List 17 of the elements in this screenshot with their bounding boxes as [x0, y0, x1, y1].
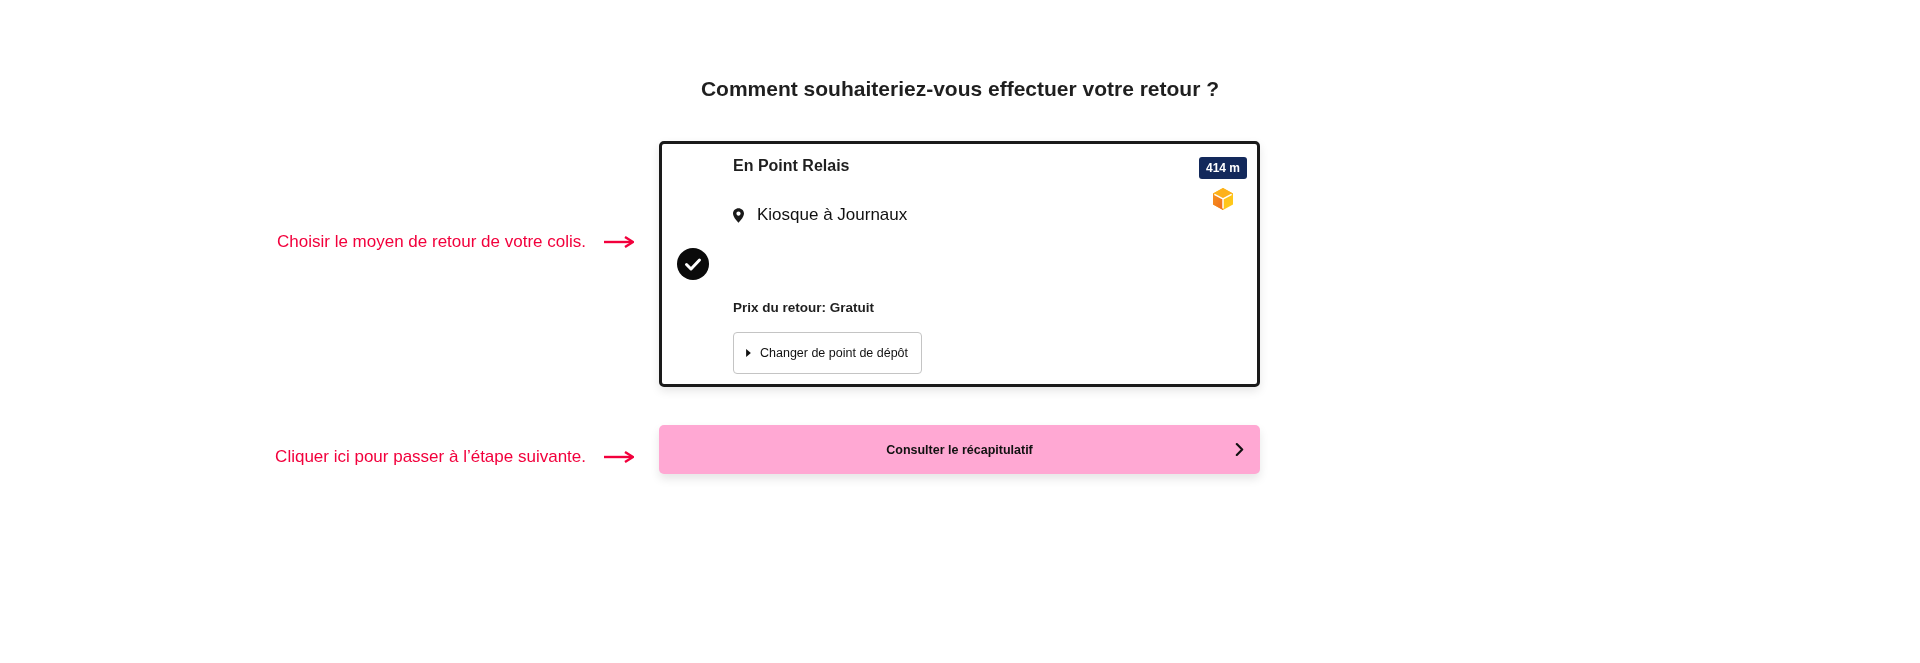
annotation-text: Choisir le moyen de retour de votre colis.	[277, 232, 586, 252]
price-text: Prix du retour: Gratuit	[733, 299, 874, 317]
annotation-text: Cliquer ici pour passer à l’étape suivante.	[275, 447, 586, 467]
distance-badge: 414 m	[1199, 157, 1247, 179]
package-box-icon	[1213, 188, 1233, 210]
next-button[interactable]: Consulter le récapitulatif	[659, 425, 1260, 474]
caret-icon	[746, 349, 751, 357]
change-button[interactable]: Changer de point de dépôt	[733, 332, 923, 374]
arrow-icon	[604, 236, 634, 248]
option-title: En Point Relais	[733, 156, 850, 176]
chevron-right-icon	[1235, 443, 1244, 456]
option-card[interactable]: En Point Relais Kiosque à Journaux Prix du retour: Gratuit Changer de point de dépôt 414 m	[659, 141, 1260, 387]
page-title: Comment souhaiteriez-vous effectuer votre retour ?	[699, 76, 1221, 102]
map-pin-icon	[733, 207, 744, 223]
check-circle-icon[interactable]	[677, 248, 709, 280]
location-name: Kiosque à Journaux	[757, 204, 908, 226]
arrow-icon	[604, 451, 634, 463]
